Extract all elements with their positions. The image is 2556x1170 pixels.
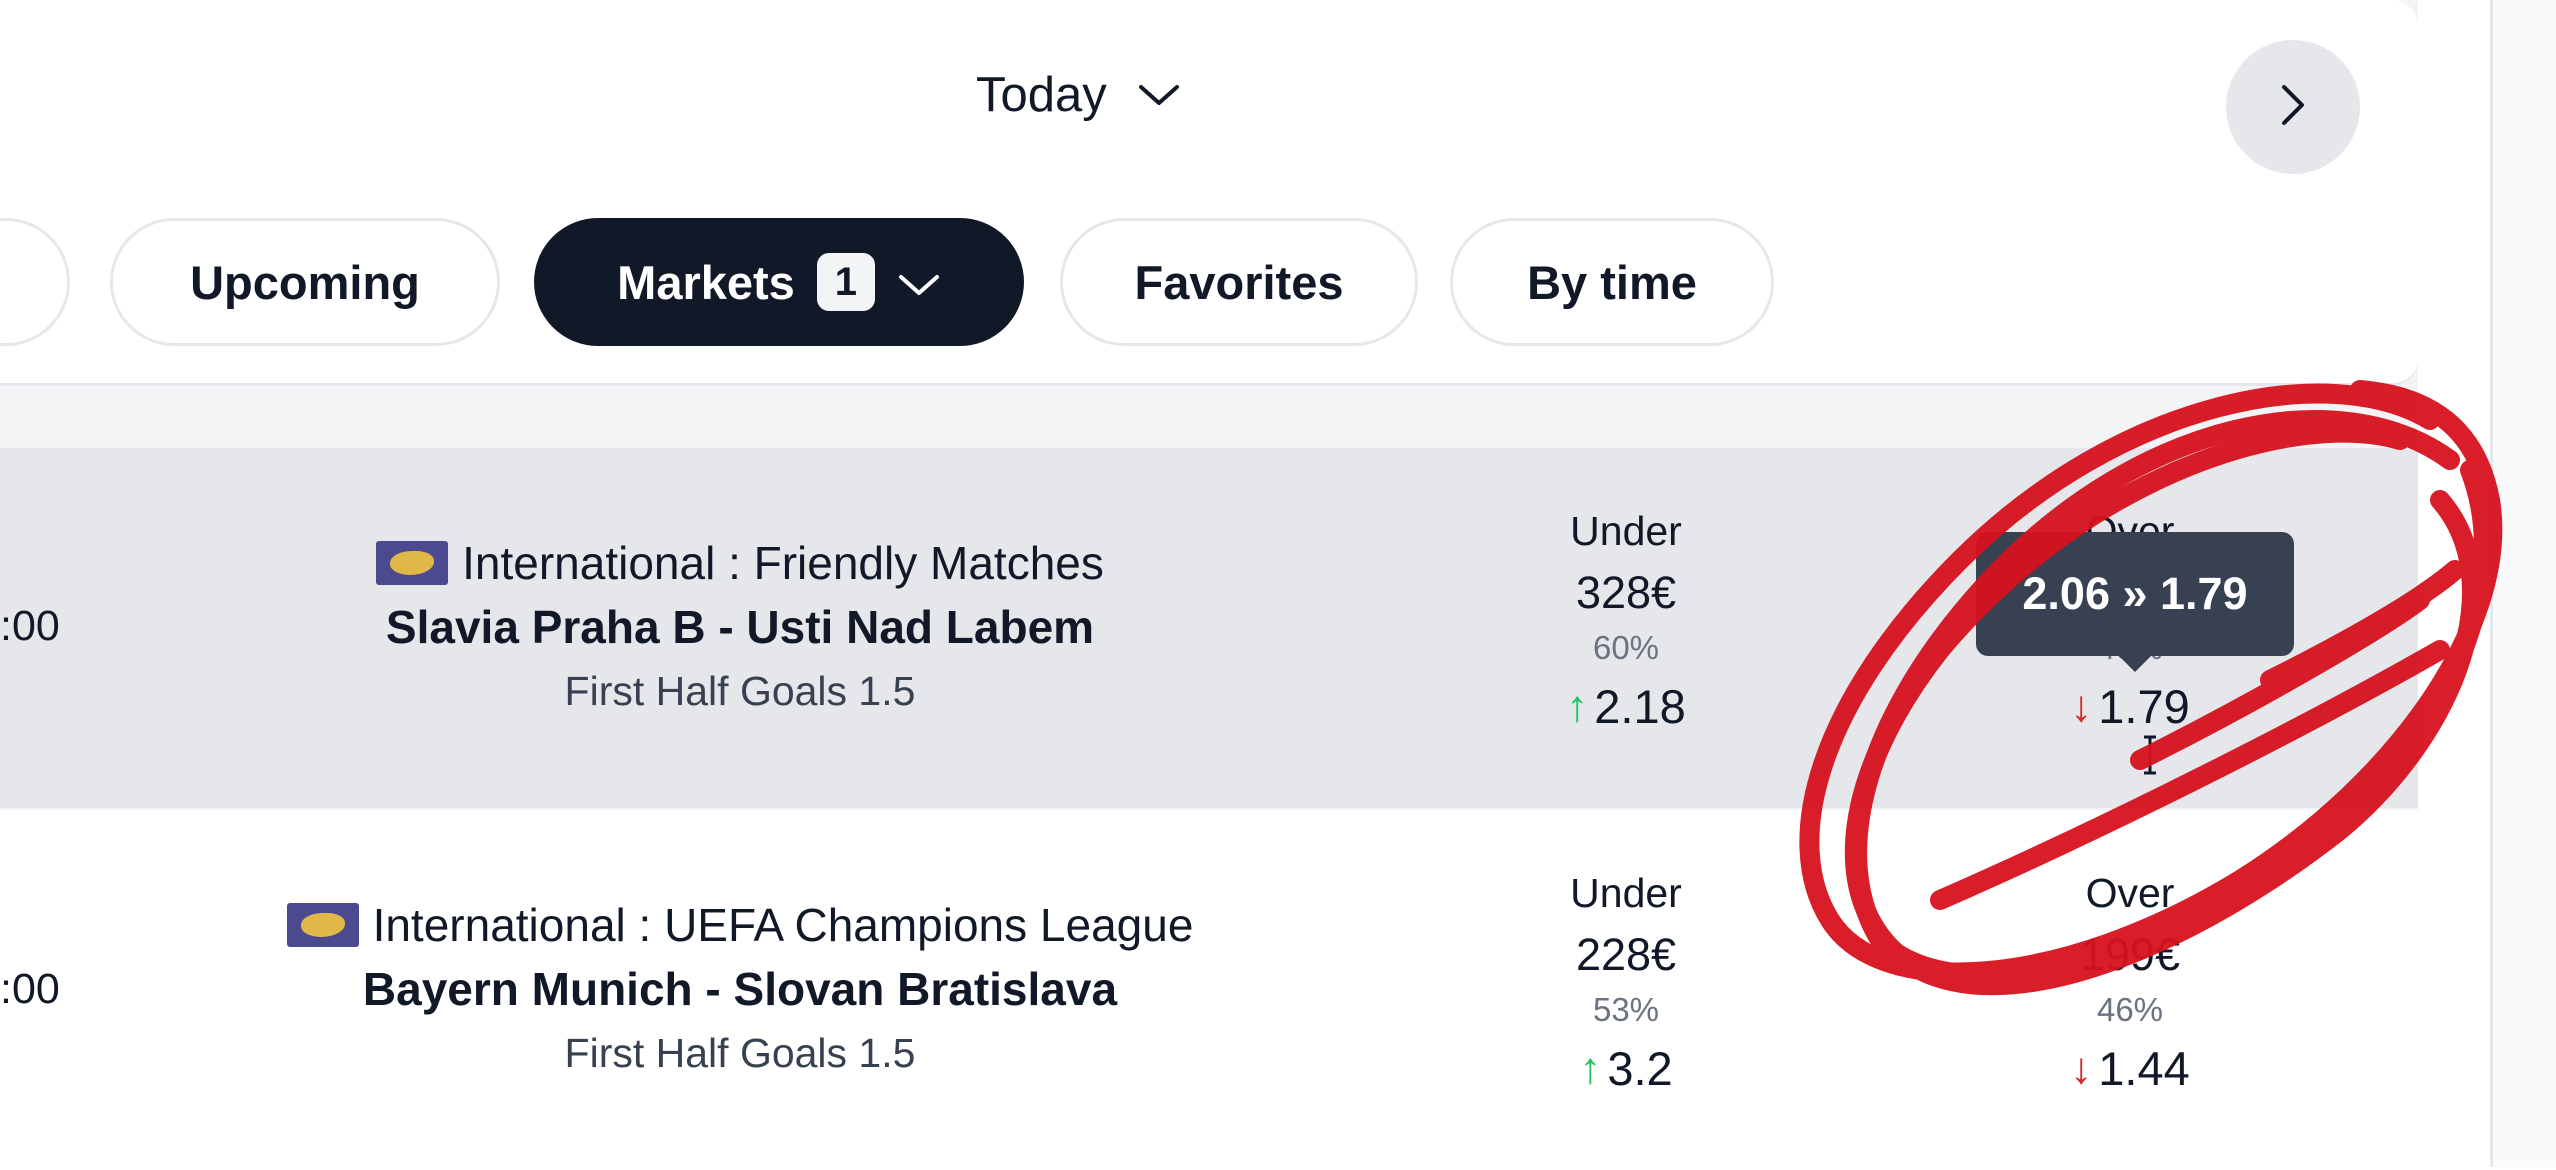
under-label: Under xyxy=(1570,508,1682,554)
over-odds-value: ↓ 1.79 xyxy=(2010,679,2250,734)
match-teams: Slavia Praha B - Usti Nad Labem xyxy=(385,601,1095,653)
text-cursor-icon xyxy=(2141,735,2159,780)
over-odds-number: 1.44 xyxy=(2098,1042,2190,1095)
match-info: International : Friendly Matches Slavia … xyxy=(210,536,1270,715)
arrow-down-icon: ↓ xyxy=(2070,1043,2093,1093)
under-label: Under xyxy=(1570,870,1682,916)
under-percent: 60% xyxy=(1592,629,1660,666)
match-teams: Bayern Munich - Slovan Bratislava xyxy=(362,963,1118,1015)
filter-favorites-label: Favorites xyxy=(1134,255,1344,309)
match-time: :00 xyxy=(0,965,60,1013)
over-amount: 199€ xyxy=(2079,929,2181,980)
league-name: International : UEFA Champions League xyxy=(372,899,1194,951)
markets-count-badge: 1 xyxy=(816,253,875,311)
league-name: International : Friendly Matches xyxy=(462,537,1104,589)
over-odds-number: 1.79 xyxy=(2098,680,2190,733)
filter-upcoming[interactable]: Upcoming xyxy=(110,218,500,346)
filter-markets-label: Markets xyxy=(617,255,795,309)
under-odds[interactable]: Under 328€ 60% ↑ 2.18 xyxy=(1506,508,1746,734)
filter-by-time-label: By time xyxy=(1527,255,1697,309)
under-odds-number: 3.2 xyxy=(1607,1042,1673,1095)
filter-pill-partial[interactable] xyxy=(0,218,70,346)
market-name: First Half Goals 1.5 xyxy=(564,668,916,714)
odds-change-tooltip: 2.06 » 1.79 xyxy=(1976,532,2294,672)
filter-favorites[interactable]: Favorites xyxy=(1060,218,1418,346)
chevron-down-icon xyxy=(897,255,941,310)
under-odds-number: 2.18 xyxy=(1594,680,1686,733)
under-amount: 228€ xyxy=(1575,929,1677,980)
under-odds-value: ↑ 3.2 xyxy=(1506,1041,1746,1096)
arrow-up-icon: ↑ xyxy=(1579,1043,1602,1093)
world-flag-icon xyxy=(286,903,359,947)
under-percent: 53% xyxy=(1592,991,1660,1028)
filter-markets[interactable]: Markets 1 xyxy=(534,218,1024,346)
match-info: International : UEFA Champions League Ba… xyxy=(210,898,1270,1077)
under-odds[interactable]: Under 228€ 53% ↑ 3.2 xyxy=(1506,870,1746,1096)
over-odds[interactable]: Over 199€ 46% ↓ 1.44 xyxy=(2010,870,2250,1096)
arrow-down-icon: ↓ xyxy=(2070,681,2093,731)
events-header: Today Upcoming Markets 1 Favorites By ti xyxy=(0,0,2418,386)
date-label: Today xyxy=(976,68,1107,122)
world-flag-icon xyxy=(376,541,449,585)
over-odds-value: ↓ 1.44 xyxy=(2010,1041,2250,1096)
next-day-button[interactable] xyxy=(2226,40,2360,174)
side-panel-edge xyxy=(2490,0,2556,1167)
chevron-down-icon xyxy=(1137,81,1181,109)
arrow-up-icon: ↑ xyxy=(1566,681,1589,731)
under-amount: 328€ xyxy=(1575,567,1677,618)
league-line: International : UEFA Champions League xyxy=(210,898,1270,952)
market-name: First Half Goals 1.5 xyxy=(564,1030,916,1076)
match-row[interactable]: :00 International : UEFA Champions Leagu… xyxy=(0,810,2418,1170)
league-line: International : Friendly Matches xyxy=(210,536,1270,590)
under-odds-value: ↑ 2.18 xyxy=(1506,679,1746,734)
filter-upcoming-label: Upcoming xyxy=(190,255,420,309)
date-picker[interactable]: Today xyxy=(976,60,1181,130)
chevron-right-icon xyxy=(2278,83,2308,132)
filter-by-time[interactable]: By time xyxy=(1450,218,1774,346)
over-percent: 46% xyxy=(2096,991,2164,1028)
match-time: :00 xyxy=(0,602,60,650)
over-label: Over xyxy=(2085,870,2175,916)
